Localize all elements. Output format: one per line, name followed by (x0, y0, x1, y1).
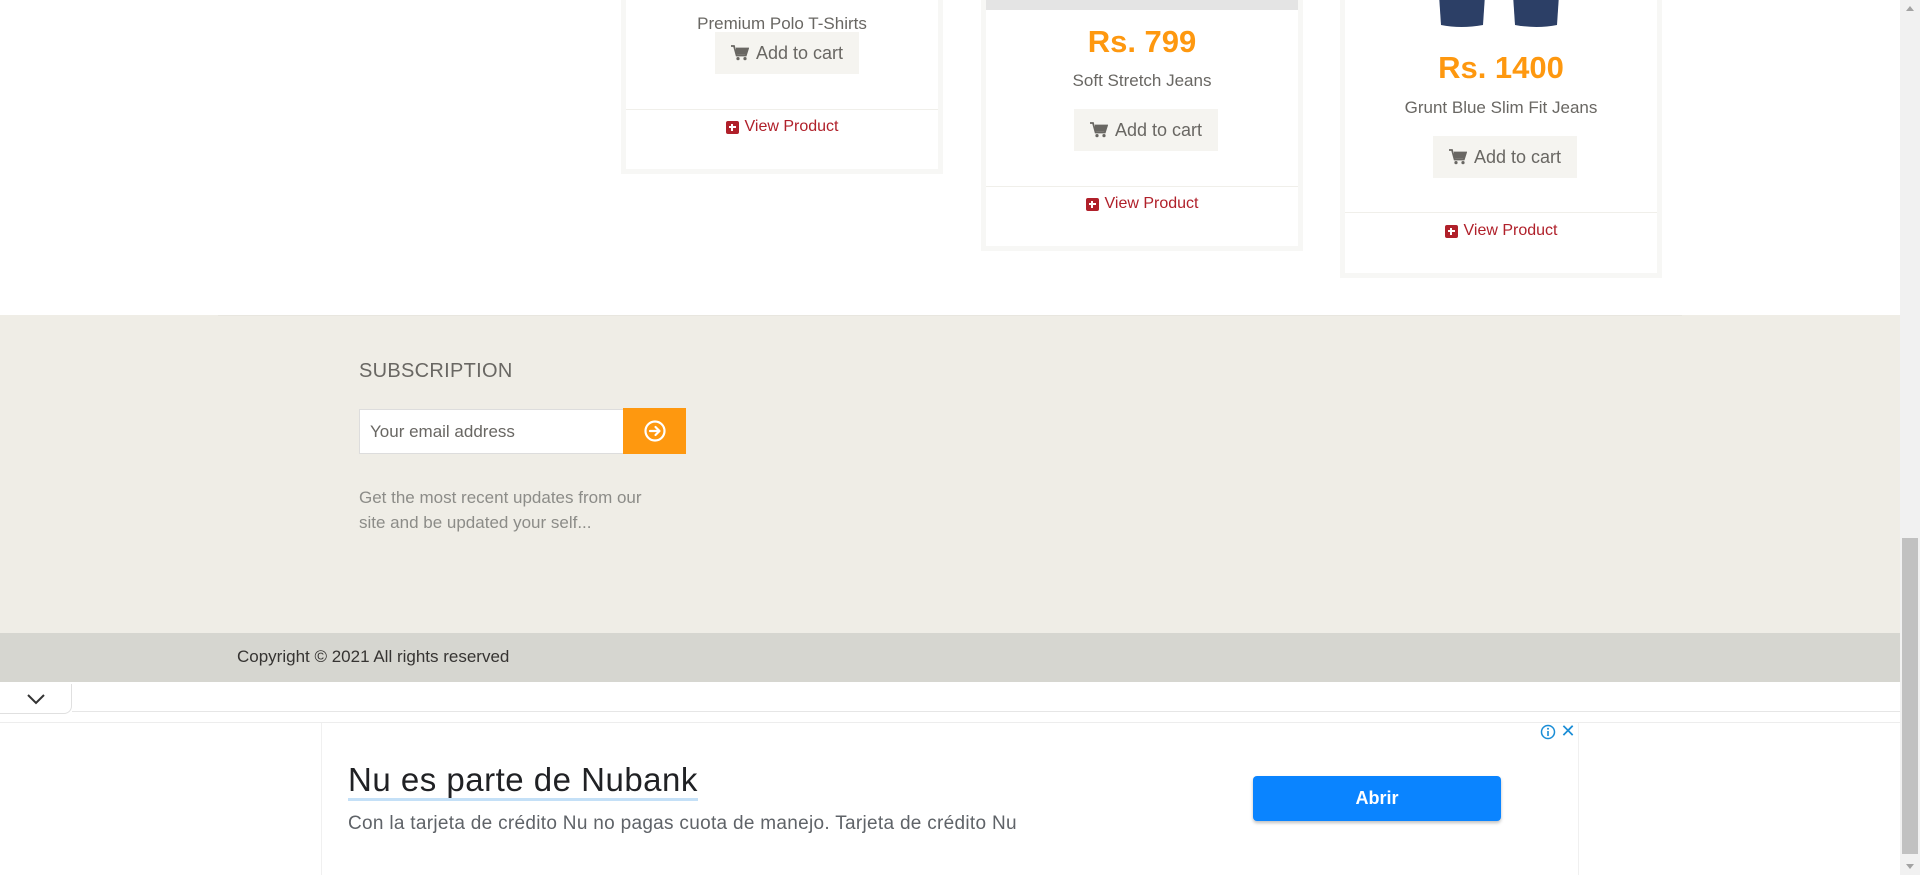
card-divider (986, 186, 1298, 187)
product-image (986, 0, 1298, 10)
view-product-link[interactable]: View Product (986, 195, 1298, 213)
subscription-title: SUBSCRIPTION (359, 360, 513, 382)
scrollbar-thumb[interactable] (1902, 538, 1918, 854)
view-product-label: View Product (1463, 222, 1558, 239)
plus-square-icon (1085, 197, 1099, 211)
chevron-down-icon (26, 693, 45, 704)
copyright-bar: Copyright © 2021 All rights reserved (0, 633, 1900, 682)
shopping-cart-icon (1089, 122, 1108, 138)
ad-collapse-toggle[interactable] (0, 684, 72, 714)
arrow-circle-right-icon (643, 420, 666, 442)
product-card-premium-polo: Premium Polo T-Shirts Add to cart View P… (621, 0, 943, 174)
page: Premium Polo T-Shirts Add to cart View P… (0, 0, 1900, 875)
triangle-down-icon (1906, 864, 1914, 869)
add-to-cart-button[interactable]: Add to cart (1433, 136, 1577, 178)
add-to-cart-button[interactable]: Add to cart (1074, 109, 1218, 151)
view-product-label: View Product (744, 118, 839, 135)
view-product-link[interactable]: View Product (1345, 222, 1657, 240)
product-price: Rs. 799 (1087, 24, 1197, 59)
footer-widget (0, 315, 1900, 633)
footer-divider (218, 315, 1682, 316)
view-product-link[interactable]: View Product (626, 118, 938, 136)
scroll-down-arrow[interactable] (1900, 858, 1920, 875)
add-to-cart-button[interactable]: Add to cart (715, 32, 859, 74)
ad-body-text: Con la tarjeta de crédito Nu no pagas cu… (348, 813, 1017, 834)
plus-square-icon (725, 120, 739, 134)
email-field[interactable] (359, 409, 624, 454)
add-to-cart-label: Add to cart (755, 42, 844, 63)
add-to-cart-label: Add to cart (1114, 119, 1203, 140)
product-card-soft-stretch-jeans: Rs. 799 Soft Stretch Jeans Add to cart V… (981, 0, 1303, 251)
view-product-label: View Product (1104, 195, 1199, 212)
product-price: Rs. 1400 (1438, 50, 1564, 85)
product-name: Grunt Blue Slim Fit Jeans (1404, 98, 1598, 117)
subscribe-button[interactable] (623, 408, 686, 454)
add-to-cart-label: Add to cart (1473, 146, 1562, 167)
product-name: Premium Polo T-Shirts (697, 14, 867, 33)
shopping-cart-icon (730, 45, 749, 61)
card-divider (1345, 212, 1657, 213)
ad-open-button[interactable]: Abrir (1253, 776, 1501, 821)
ad-border (72, 711, 1900, 712)
product-name: Soft Stretch Jeans (1072, 71, 1212, 90)
card-divider (626, 109, 938, 110)
triangle-up-icon (1906, 6, 1914, 11)
scroll-up-arrow[interactable] (1900, 0, 1920, 17)
product-image (1439, 0, 1559, 27)
plus-square-icon (1444, 224, 1458, 238)
product-card-grunt-blue-jeans: Rs. 1400 Grunt Blue Slim Fit Jeans Add t… (1340, 0, 1662, 278)
close-icon[interactable]: ✕ (1559, 722, 1577, 740)
copyright-text: Copyright © 2021 All rights reserved (237, 647, 510, 666)
vertical-scrollbar[interactable] (1900, 0, 1920, 875)
subscription-description: Get the most recent updates from our sit… (359, 488, 642, 532)
info-icon[interactable] (1540, 724, 1556, 740)
ad-headline[interactable]: Nu es parte de Nubank (348, 762, 698, 801)
shopping-cart-icon (1448, 149, 1467, 165)
